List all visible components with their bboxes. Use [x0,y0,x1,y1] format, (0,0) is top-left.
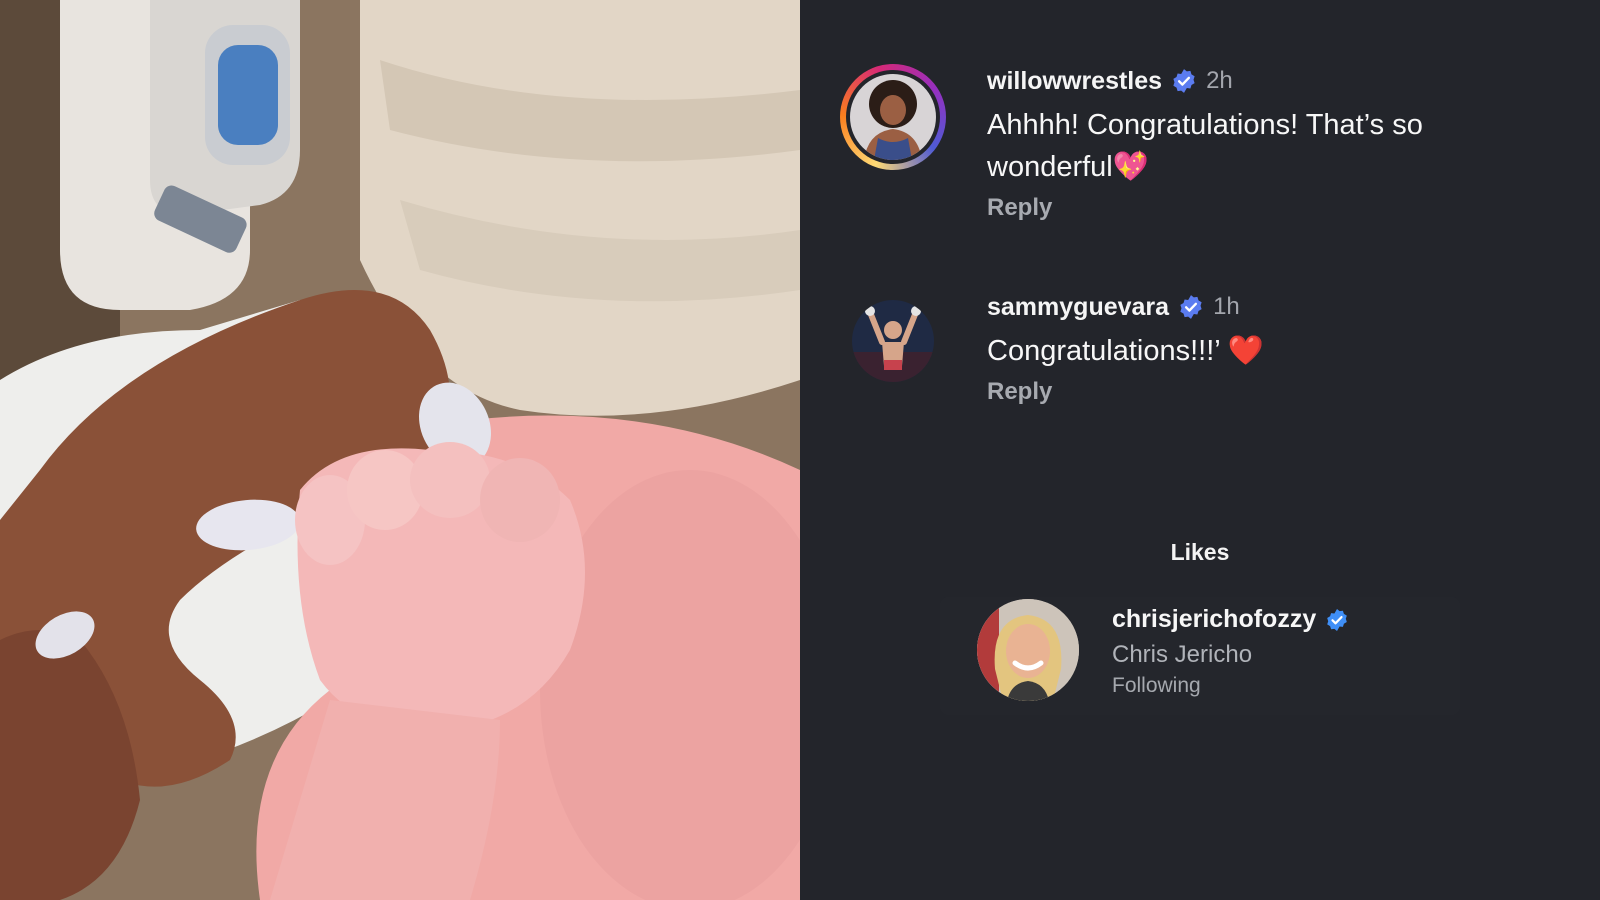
avatar-image [850,74,936,160]
verified-badge-icon [1180,295,1202,319]
avatar[interactable] [977,599,1079,701]
avatar-image [977,599,1079,701]
sparkling-heart-emoji: 💖 [1112,151,1149,183]
reply-button[interactable]: Reply [987,378,1547,406]
avatar-story-ring[interactable] [840,64,946,170]
verified-badge-icon [1327,608,1348,631]
avatar-image [852,300,934,382]
comment-text: Congratulations!!!’ ❤️ [987,330,1547,372]
comment-text-content: Ahhhh! Congratulations! That’s so wonder… [987,109,1423,183]
comment-time: 1h [1213,293,1240,320]
comments-panel: willowwrestles 2h Ahhhh! Congratulations… [800,0,1600,900]
comment-username[interactable]: sammyguevara [987,293,1169,322]
red-heart-emoji: ❤️ [1227,335,1264,367]
avatar-wrap[interactable] [840,288,946,394]
comment-text: Ahhhh! Congratulations! That’s so wonder… [987,104,1547,188]
avatar [850,74,936,160]
comment-time: 2h [1206,67,1233,94]
baby-hand-photo [0,0,800,900]
like-full-name: Chris Jericho [1112,641,1253,668]
avatar [852,300,934,382]
like-user-card[interactable]: chrisjerichofozzy Chris Jericho Followin… [940,597,1460,715]
following-status: Following [1112,674,1201,697]
like-username[interactable]: chrisjerichofozzy [1112,605,1316,634]
photo-illustration [0,0,800,900]
likes-title: Likes [1170,539,1230,565]
comment-text-content: Congratulations!!!’ [987,335,1228,367]
comment-username[interactable]: willowwrestles [987,67,1162,96]
reply-button[interactable]: Reply [987,194,1547,222]
verified-badge-icon [1173,69,1195,93]
